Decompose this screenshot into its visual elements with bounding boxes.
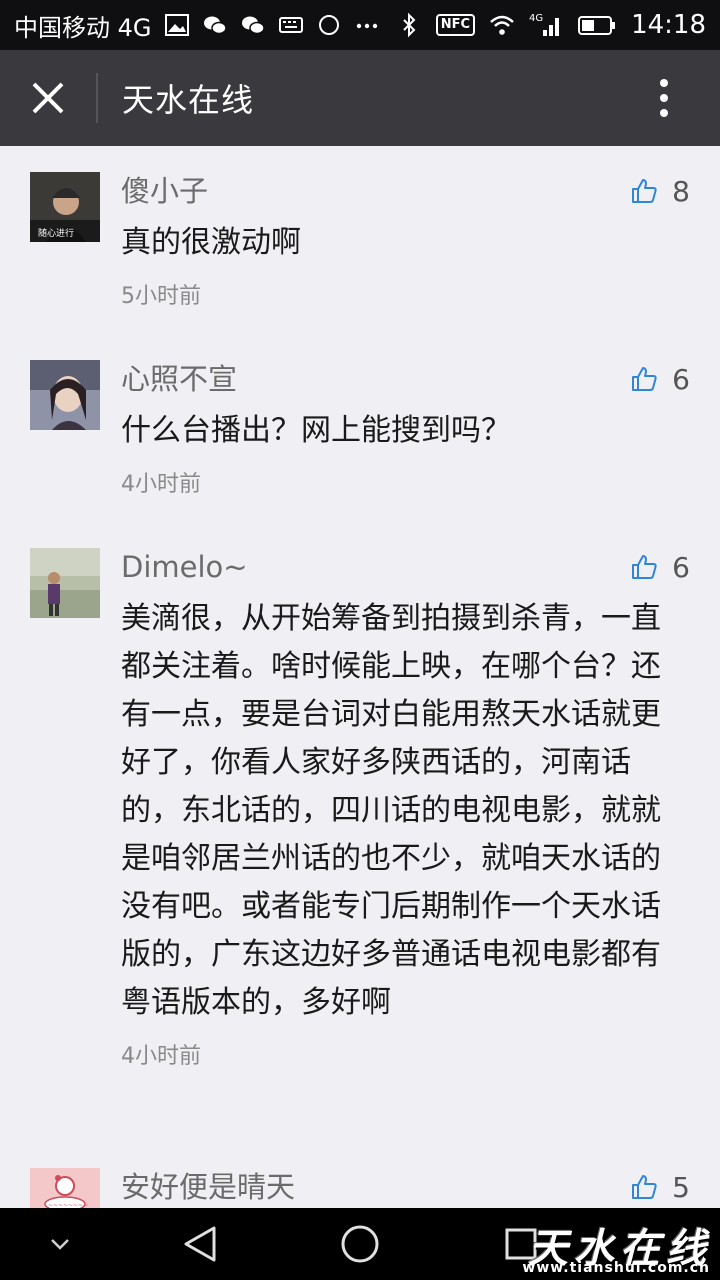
thumbs-up-icon <box>632 367 657 391</box>
comment-list: 随心进行 傻小子 真的很激动啊 5小时前 8 心照不宣 什么台播出？网上能搜到吗… <box>0 146 720 1208</box>
comment-time: 4小时前 <box>121 1044 201 1069</box>
comment-item: 随心进行 傻小子 真的很激动啊 5小时前 8 <box>0 163 720 317</box>
bluetooth-icon <box>396 12 422 38</box>
clock: 14:18 <box>631 10 706 40</box>
comment-item: ~~~~~~~~ 安好便是晴天 5 <box>0 1159 720 1208</box>
like-button[interactable]: 5 <box>630 1159 690 1208</box>
nfc-icon: NFC <box>435 14 476 36</box>
comment-text: 真的很激动啊 <box>121 225 301 260</box>
page-title: 天水在线 <box>122 81 255 119</box>
comment-author[interactable]: 心照不宣 <box>121 351 690 407</box>
like-count: 6 <box>672 550 690 584</box>
close-button[interactable] <box>0 50 96 146</box>
title-bar: 天水在线 <box>0 50 720 146</box>
sync-circle-icon <box>316 12 342 38</box>
comment-time: 4小时前 <box>121 472 201 497</box>
comment-item: 心照不宣 什么台播出？网上能搜到吗？ 4小时前 6 <box>0 351 720 505</box>
svg-text:随心进行: 随心进行 <box>38 227 74 239</box>
comment-author[interactable]: 傻小子 <box>121 163 690 219</box>
chevron-down-icon <box>51 1239 69 1250</box>
like-count: 5 <box>672 1170 690 1204</box>
thumbs-up-icon <box>632 179 657 203</box>
avatar[interactable]: ~~~~~~~~ <box>30 1168 100 1208</box>
comment-time: 5小时前 <box>121 284 201 309</box>
wifi-icon <box>489 12 515 38</box>
home-button[interactable] <box>330 1208 390 1280</box>
wechat-icon <box>240 12 266 38</box>
like-button[interactable]: 6 <box>630 351 690 407</box>
close-icon <box>32 82 64 114</box>
like-count: 6 <box>672 362 690 396</box>
comment-text: 美滴很，从开始筹备到拍摄到杀青，一直都关注着。啥时候能上映，在哪个台？还有一点，… <box>121 601 661 1020</box>
battery-icon <box>577 12 617 38</box>
comment-author[interactable]: Dimelo~ <box>121 539 690 595</box>
more-dots-icon <box>354 12 380 38</box>
hide-nav-button[interactable] <box>40 1208 80 1280</box>
avatar[interactable] <box>30 360 100 430</box>
avatar[interactable]: 随心进行 <box>30 172 100 242</box>
navigation-bar: 天水在线 www.tianshui.com.cn <box>0 1208 720 1280</box>
keyboard-icon <box>278 12 304 38</box>
comment-text: 什么台播出？网上能搜到吗？ <box>121 413 511 448</box>
back-button[interactable] <box>170 1208 230 1280</box>
signal-icon: 4G <box>529 12 563 38</box>
network-label: 4G <box>529 13 543 24</box>
comment-item: Dimelo~ 美滴很，从开始筹备到拍摄到杀青，一直都关注着。啥时候能上映，在哪… <box>0 539 720 1077</box>
image-icon <box>164 12 190 38</box>
wechat-icon <box>202 12 228 38</box>
like-button[interactable]: 8 <box>630 163 690 219</box>
like-button[interactable]: 6 <box>630 539 690 595</box>
more-vertical-icon <box>660 79 668 117</box>
back-triangle-icon <box>184 1226 216 1262</box>
more-menu-button[interactable] <box>608 50 720 146</box>
carrier-label: 中国移动 4G <box>14 13 152 42</box>
status-bar: 中国移动 4G NFC 4G 14:18 <box>0 0 720 50</box>
home-circle-icon <box>341 1225 379 1263</box>
like-count: 8 <box>672 174 690 208</box>
thumbs-up-icon <box>632 555 657 579</box>
watermark-url: www.tianshui.com.cn <box>522 1260 710 1276</box>
avatar[interactable] <box>30 548 100 618</box>
comment-author[interactable]: 安好便是晴天 <box>121 1159 690 1208</box>
thumbs-up-icon <box>632 1175 657 1199</box>
